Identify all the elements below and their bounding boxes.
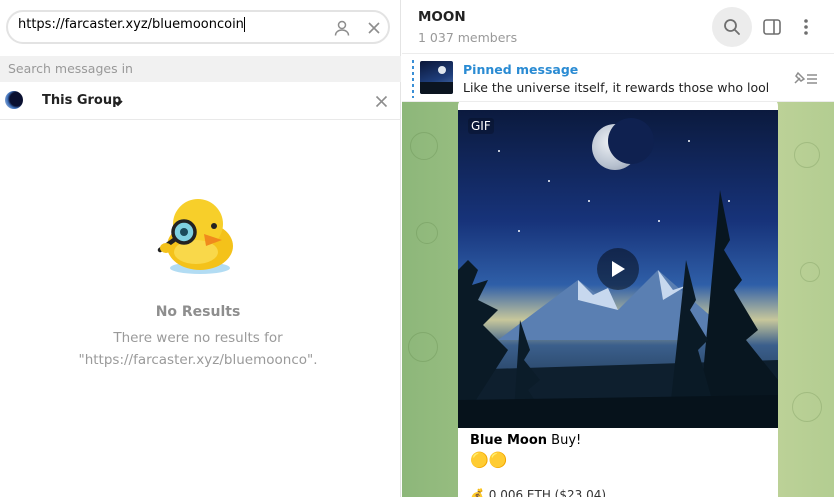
caption-rest: Buy! <box>547 433 582 448</box>
chat-header[interactable]: MOON 1 037 members <box>402 0 834 54</box>
search-input[interactable]: https://farcaster.xyz/bluemooncoin <box>18 17 318 37</box>
search-in-label: Search messages in <box>0 56 401 82</box>
search-query-text: https://farcaster.xyz/bluemooncoin <box>18 17 244 32</box>
close-icon[interactable] <box>362 16 386 40</box>
search-box[interactable]: https://farcaster.xyz/bluemooncoin <box>6 10 390 44</box>
pin-indicator <box>412 60 414 98</box>
gif-label: GIF <box>468 118 494 134</box>
message-caption: Blue Moon Buy! <box>470 433 581 448</box>
no-results-line-2: "https://farcaster.xyz/bluemoonco". <box>78 352 318 368</box>
pinned-message-bar[interactable]: Pinned message Like the universe itself,… <box>402 55 834 102</box>
search-panel: https://farcaster.xyz/bluemooncoin Searc… <box>0 0 401 497</box>
gif-media[interactable]: GIF <box>458 110 778 428</box>
doodle <box>800 262 820 282</box>
no-results-title: No Results <box>155 304 241 320</box>
message-bubble[interactable]: GIF Blue Moon Buy! 🟡🟡 💰 0.006 ETH ($23.0… <box>458 102 778 497</box>
doodle <box>794 142 820 168</box>
coins-emoji: 🟡🟡 <box>470 451 508 469</box>
chevron-down-icon[interactable] <box>112 94 124 113</box>
pinned-text: Like the universe itself, it rewards tho… <box>463 80 768 95</box>
eth-amount: 💰 0.006 ETH ($23.04) <box>470 488 607 497</box>
doodle <box>416 222 438 244</box>
caption-bold: Blue Moon <box>470 433 548 448</box>
more-vertical-icon[interactable] <box>796 15 816 39</box>
doodle <box>410 132 438 160</box>
pin-list-icon[interactable] <box>790 65 820 91</box>
scope-selector[interactable]: This Group <box>42 93 121 108</box>
play-icon[interactable] <box>597 248 639 290</box>
search-scope-row[interactable]: This Group <box>0 82 401 120</box>
doodle <box>408 332 438 362</box>
close-icon[interactable] <box>370 90 392 112</box>
sidebar-icon[interactable] <box>760 15 784 39</box>
person-icon[interactable] <box>330 16 354 40</box>
no-results-description: There were no results for "https://farca… <box>0 327 396 371</box>
text-caret <box>243 17 245 32</box>
chat-panel: MOON 1 037 members Pinned message Like t… <box>402 0 834 497</box>
pinned-thumbnail <box>420 61 453 94</box>
chat-title[interactable]: MOON <box>418 9 466 25</box>
member-count: 1 037 members <box>418 30 518 45</box>
group-avatar <box>5 91 23 109</box>
search-icon[interactable] <box>712 7 752 47</box>
pinned-title: Pinned message <box>463 62 579 77</box>
doodle <box>792 392 822 422</box>
duck-magnifier-icon <box>152 190 242 280</box>
no-results-line-1: There were no results for <box>113 330 283 346</box>
chat-background: GIF Blue Moon Buy! 🟡🟡 💰 0.006 ETH ($23.0… <box>402 102 834 497</box>
